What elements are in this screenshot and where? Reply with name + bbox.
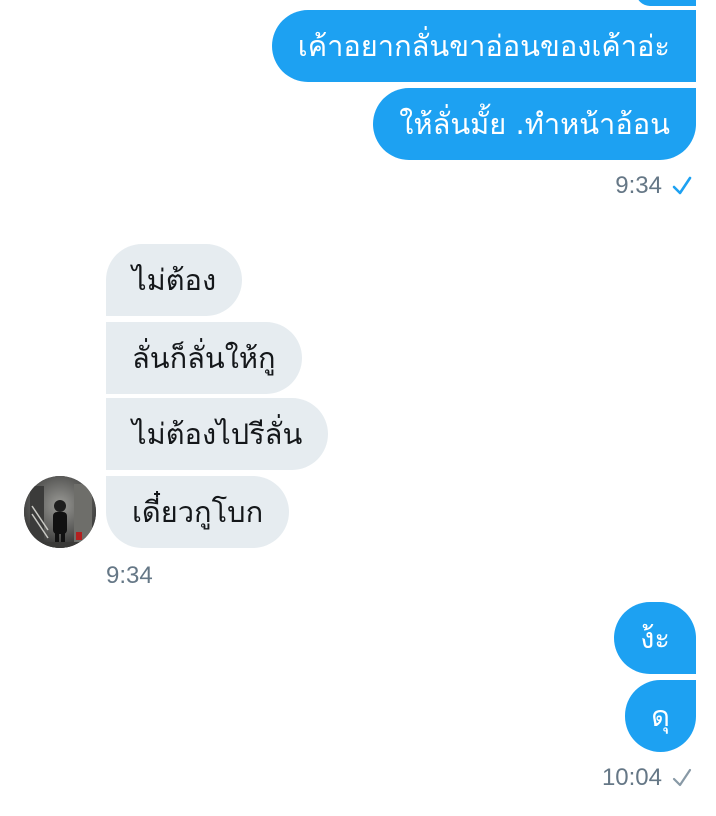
incoming-message-bubble[interactable]: ไม่ต้องไปรีลั่น — [106, 398, 329, 470]
message-text: ดุ — [651, 699, 670, 733]
outgoing-message-bubble[interactable]: ง้ะ — [614, 602, 696, 674]
message-text: ให้ลั่นมั้ย .ทำหน้าอ้อน — [399, 107, 670, 141]
message-text: เค้าอยากลั่นขาอ่อนของเค้าอ่ะ — [297, 29, 670, 63]
user-avatar[interactable] — [24, 476, 96, 548]
message-meta: 10:04 — [602, 764, 692, 792]
incoming-message-bubble[interactable]: ไม่ต้อง — [106, 244, 243, 316]
dm-conversation: เค้าอยากลั่นขาอ่อนของเค้าอ่ะ ให้ลั่นมั้ย… — [0, 0, 716, 816]
message-meta: 9:34 — [615, 172, 692, 200]
message-timestamp: 10:04 — [601, 764, 662, 791]
message-meta: 9:34 — [106, 562, 153, 590]
outgoing-message-bubble[interactable]: เค้าอยากลั่นขาอ่อนของเค้าอ่ะ — [271, 10, 696, 82]
message-text: ไม่ต้อง — [132, 263, 217, 297]
avatar-photo — [24, 476, 96, 548]
outgoing-message-bubble[interactable]: ดุ — [625, 680, 696, 752]
message-text: ง้ะ — [640, 621, 670, 655]
outgoing-message-bubble[interactable]: ให้ลั่นมั้ย .ทำหน้าอ้อน — [373, 88, 696, 160]
incoming-message-bubble[interactable]: ลั่นก็ลั่นให้กู — [106, 322, 302, 394]
previous-message-bubble-edge — [636, 0, 696, 6]
check-icon — [672, 176, 692, 195]
message-text: เดี๋ยวกูโบก — [132, 495, 264, 529]
incoming-message-bubble[interactable]: เดี๋ยวกูโบก — [106, 476, 290, 548]
message-timestamp: 9:34 — [615, 172, 662, 199]
message-timestamp: 9:34 — [106, 562, 153, 589]
message-text: ไม่ต้องไปรีลั่น — [132, 417, 303, 451]
check-icon — [672, 768, 692, 787]
message-text: ลั่นก็ลั่นให้กู — [132, 341, 276, 375]
